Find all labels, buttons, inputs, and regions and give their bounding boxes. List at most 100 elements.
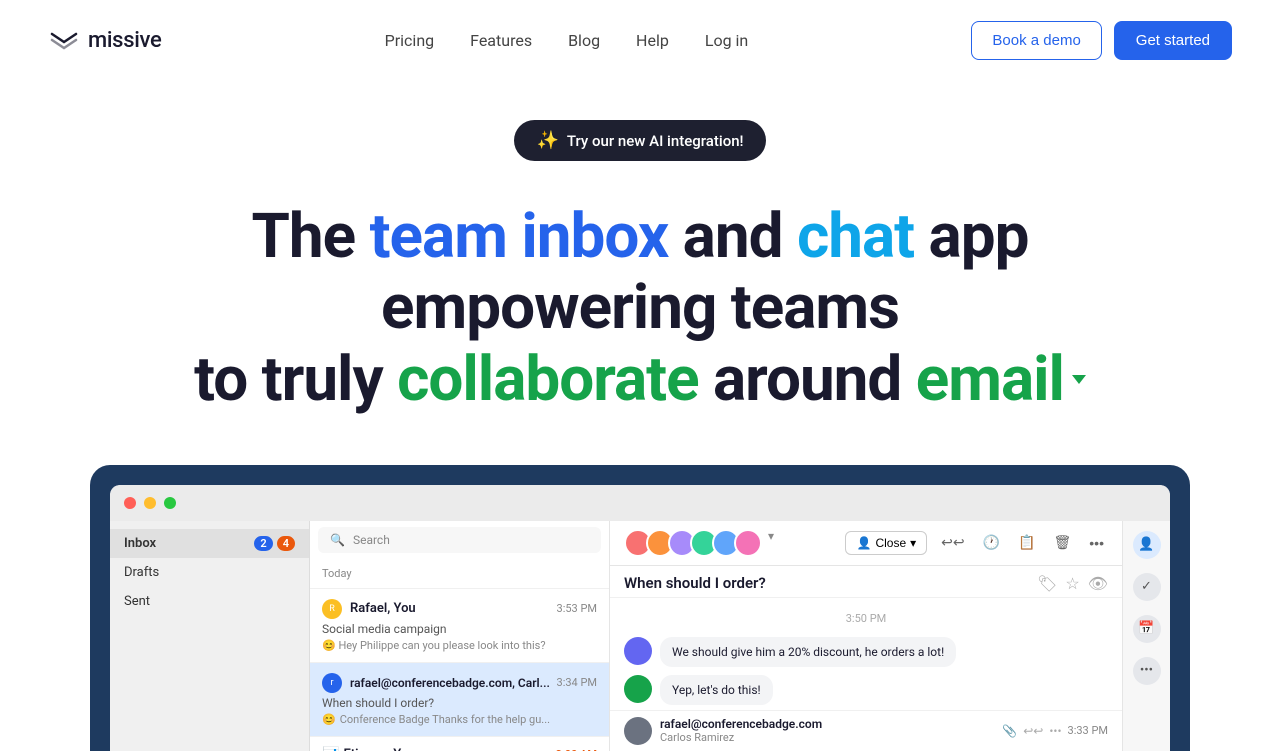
heading-highlight-collaborate: collaborate (397, 343, 699, 416)
conversation-toolbar: ▾ 👤 Close ▾ ↩↩ 🕐 📋 🗑 ••• (610, 521, 1122, 566)
clock-button[interactable]: 🕐 (979, 530, 1004, 555)
star-icon[interactable]: ☆ (1065, 574, 1079, 593)
email-item-3-header: 📊 Etienne, You 8:00 AM (322, 747, 597, 751)
sidebar-item-inbox[interactable]: Inbox 2 4 (110, 529, 309, 558)
heading-text-1: The (252, 200, 370, 273)
sidebar-label-inbox: Inbox (124, 536, 156, 551)
archive-button[interactable]: 📋 (1014, 530, 1039, 555)
close-label: Close (875, 536, 906, 550)
trash-button[interactable]: 🗑 (1050, 530, 1076, 555)
heading-text-2: and (668, 200, 797, 273)
window-titlebar (110, 485, 1170, 521)
sidebar-item-drafts[interactable]: Drafts (110, 558, 309, 587)
sidebar-label-drafts: Drafts (124, 565, 159, 580)
email-preview-2: Conference Badge Thanks for the help gu.… (340, 713, 550, 726)
email-sender-1: Rafael, You (350, 601, 416, 616)
email-preview-1: 😊 Hey Philippe can you please look into … (322, 639, 597, 652)
email-time-2: 3:34 PM (557, 676, 597, 689)
reply-icon[interactable]: ↩↩ (1023, 724, 1043, 738)
hero-section: ✨ Try our new AI integration! The team i… (0, 80, 1280, 415)
detail-actions: 📎 ↩↩ ••• 3:33 PM (1002, 724, 1108, 738)
email-subject-1: Social media campaign (322, 622, 597, 636)
subject-icons: 🏷 ☆ 👁 (1037, 574, 1108, 593)
sidebar: Inbox 2 4 Drafts Sent (110, 521, 310, 751)
rp-calendar-icon[interactable]: 📅 (1133, 615, 1161, 643)
rp-person-icon[interactable]: 👤 (1133, 531, 1161, 559)
nav-blog[interactable]: Blog (568, 31, 600, 50)
avatar-rafael-conf: r (322, 673, 342, 693)
sidebar-label-sent: Sent (124, 594, 150, 609)
message-bubble-2: Yep, let's do this! (660, 675, 773, 705)
email-list-header: Today (310, 559, 609, 589)
app-body: Inbox 2 4 Drafts Sent 🔍 Search (110, 521, 1170, 751)
email-item-1[interactable]: R Rafael, You 3:53 PM Social media campa… (310, 589, 609, 663)
traffic-light-close[interactable] (124, 497, 136, 509)
detail-sub: Carlos Ramirez (660, 731, 994, 744)
eye-icon[interactable]: 👁 (1088, 574, 1108, 593)
logo[interactable]: missive (48, 24, 161, 56)
detail-info: rafael@conferencebadge.com Carlos Ramire… (660, 717, 994, 744)
email-item-2-header: r rafael@conferencebadge.com, Carl... 3:… (322, 673, 597, 693)
label-icon[interactable]: 🏷 (1037, 574, 1057, 593)
nav-help[interactable]: Help (636, 31, 669, 50)
close-chevron-icon: ▾ (910, 536, 916, 550)
nav-pricing[interactable]: Pricing (385, 31, 435, 50)
message-2: Yep, let's do this! (624, 675, 1108, 705)
search-icon: 🔍 (330, 533, 345, 547)
search-bar[interactable]: 🔍 Search (318, 527, 601, 553)
person-icon: 👤 (856, 536, 871, 550)
conversation-panel: ▾ 👤 Close ▾ ↩↩ 🕐 📋 🗑 ••• (610, 521, 1122, 751)
rp-dots-icon[interactable]: ••• (1133, 657, 1161, 685)
detail-time: 3:33 PM (1068, 724, 1108, 738)
traffic-light-minimize[interactable] (144, 497, 156, 509)
msg-avatar-2 (624, 675, 652, 703)
nav-links: Pricing Features Blog Help Log in (385, 31, 749, 50)
heading-highlight-chat: chat (797, 200, 914, 273)
email-subject-2: When should I order? (322, 696, 597, 710)
subject-text: When should I order? (624, 574, 766, 592)
nav-login[interactable]: Log in (705, 31, 748, 50)
search-placeholder: Search (353, 533, 390, 547)
conversation-avatars: ▾ (624, 529, 774, 557)
reply-all-button[interactable]: ↩↩ (937, 530, 968, 555)
email-item-3[interactable]: 📊 Etienne, You 8:00 AM (310, 737, 609, 751)
detail-avatar (624, 717, 652, 745)
heading-text-5: around (699, 343, 916, 416)
hero-heading: The team inbox and chat app empowering t… (110, 201, 1170, 415)
app-preview: Inbox 2 4 Drafts Sent 🔍 Search (90, 465, 1190, 751)
chevron-down-icon (1072, 375, 1086, 384)
today-label: Today (322, 567, 352, 580)
traffic-light-fullscreen[interactable] (164, 497, 176, 509)
email-sender-3: Etienne, You (343, 747, 415, 751)
nav-actions: Book a demo Get started (971, 21, 1232, 60)
more-button[interactable]: ••• (1085, 531, 1108, 555)
sidebar-item-sent[interactable]: Sent (110, 587, 309, 616)
close-button[interactable]: 👤 Close ▾ (845, 531, 927, 555)
sidebar-badges-inbox: 2 4 (254, 536, 295, 551)
ai-banner[interactable]: ✨ Try our new AI integration! (514, 120, 765, 161)
email-item-2[interactable]: r rafael@conferencebadge.com, Carl... 3:… (310, 663, 609, 737)
get-started-button[interactable]: Get started (1114, 21, 1232, 60)
badge-inbox-count: 4 (277, 536, 295, 551)
badge-inbox-unread: 2 (254, 536, 272, 551)
heading-highlight-email: email (916, 344, 1064, 415)
email-detail-row: rafael@conferencebadge.com Carlos Ramire… (610, 710, 1122, 751)
conversation-messages: 3:50 PM We should give him a 20% discoun… (610, 598, 1122, 710)
heading-highlight-team-inbox: team inbox (370, 200, 669, 273)
email-time-1: 3:53 PM (557, 602, 597, 615)
conversation-actions: 👤 Close ▾ ↩↩ 🕐 📋 🗑 ••• (845, 530, 1108, 555)
more-options-icon[interactable]: ••• (1049, 724, 1061, 738)
app-window: Inbox 2 4 Drafts Sent 🔍 Search (110, 485, 1170, 751)
avatar-dropdown-icon[interactable]: ▾ (768, 529, 774, 557)
email-dropdown[interactable]: email (916, 344, 1086, 415)
book-demo-button[interactable]: Book a demo (971, 21, 1101, 60)
email-sender-2: rafael@conferencebadge.com, Carl... (350, 676, 550, 690)
nav-features[interactable]: Features (470, 31, 532, 50)
conversation-subject: When should I order? 🏷 ☆ 👁 (610, 566, 1122, 598)
heading-text-4: to truly (194, 343, 397, 416)
logo-text: missive (88, 28, 161, 53)
right-panel: 👤 ✓ 📅 ••• (1122, 521, 1170, 751)
message-bubble-1: We should give him a 20% discount, he or… (660, 637, 956, 667)
avatar-rafael: R (322, 599, 342, 619)
rp-check-icon[interactable]: ✓ (1133, 573, 1161, 601)
